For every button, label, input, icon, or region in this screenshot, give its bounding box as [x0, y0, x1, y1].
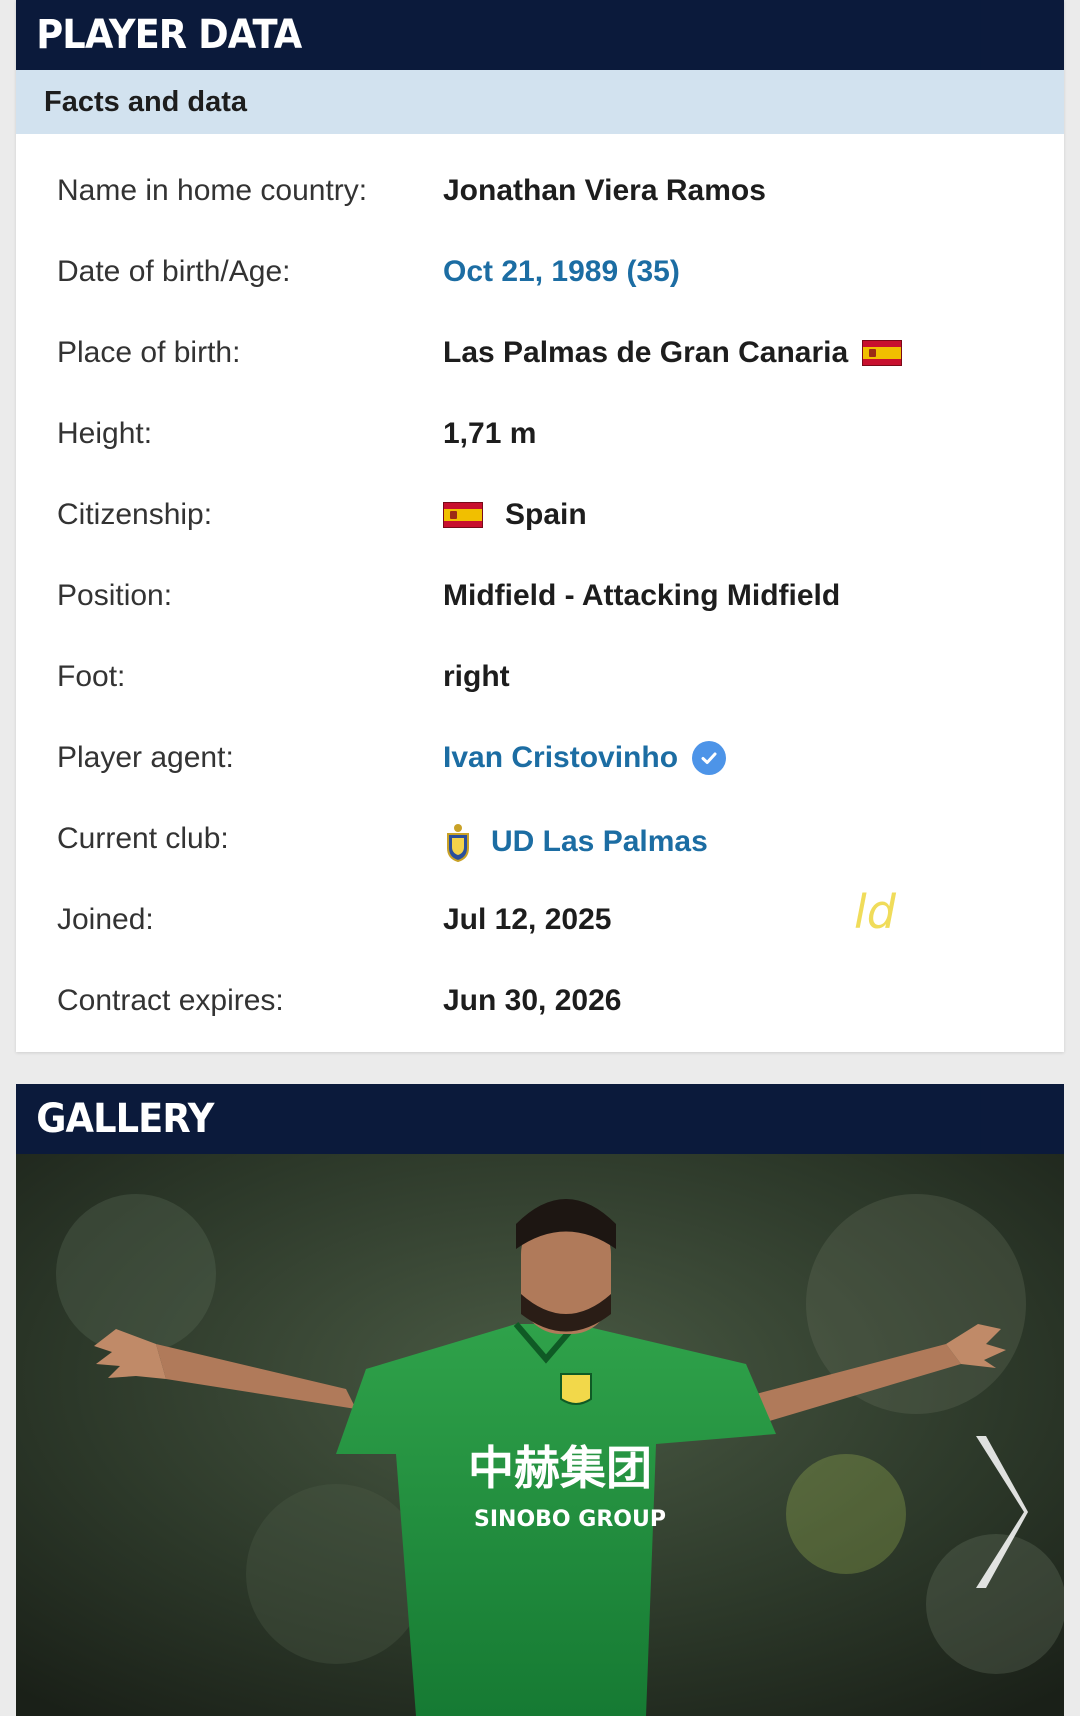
- row-current-club: Current club: UD Las Palmas: [16, 808, 1064, 889]
- gallery-header-bar: GALLERY: [16, 1084, 1064, 1154]
- row-position: Position: Midfield - Attacking Midfield: [16, 565, 1064, 646]
- row-value: right: [443, 660, 510, 694]
- row-name-home-country: Name in home country: Jonathan Viera Ram…: [16, 160, 1064, 241]
- gallery-photo[interactable]: 中赫集团 SINOBO GROUP: [16, 1154, 1064, 1716]
- player-data-card: PLAYER DATA Facts and data Name in home …: [16, 0, 1064, 1052]
- verified-badge-icon: [692, 741, 727, 775]
- row-label: Player agent:: [57, 741, 234, 774]
- foot-value: right: [443, 660, 510, 693]
- full-name-value: Jonathan Viera Ramos: [443, 174, 766, 207]
- contract-expires-value: Jun 30, 2026: [443, 984, 622, 1017]
- facts-subheader: Facts and data: [16, 70, 1064, 134]
- citizenship-value: Spain: [505, 498, 587, 531]
- row-contract-expires: Contract expires: Jun 30, 2026: [16, 970, 1064, 1051]
- facts-list: Name in home country: Jonathan Viera Ram…: [16, 134, 1064, 1051]
- player-agent-value[interactable]: Ivan Cristovinho: [443, 741, 678, 775]
- spain-flag-icon: [443, 502, 483, 528]
- height-value: 1,71 m: [443, 417, 537, 450]
- row-height: Height: 1,71 m: [16, 403, 1064, 484]
- place-of-birth-value: Las Palmas de Gran Canaria: [443, 336, 849, 369]
- row-value: 1,71 m: [443, 417, 536, 451]
- row-value: Las Palmas de Gran Canaria: [443, 336, 903, 370]
- jersey-sponsor-cn: 中赫集团: [468, 1441, 652, 1495]
- gallery-header: GALLERY: [16, 1084, 981, 1154]
- player-data-header-bar: PLAYER DATA: [16, 0, 1064, 70]
- row-foot: Foot: right: [16, 646, 1064, 727]
- row-joined: Joined: Jul 12, 2025: [16, 889, 1064, 970]
- row-player-agent: Player agent: Ivan Cristovinho: [16, 727, 1064, 808]
- chevron-right-icon[interactable]: [970, 1432, 1030, 1597]
- row-value: Jonathan Viera Ramos: [443, 174, 766, 208]
- row-label: Current club:: [57, 822, 229, 855]
- watermark-mark: ld: [854, 885, 896, 939]
- row-citizenship: Citizenship: Spain: [16, 484, 1064, 565]
- current-club-value[interactable]: UD Las Palmas: [491, 825, 708, 859]
- player-celebration-image: 中赫集团 SINOBO GROUP: [16, 1154, 1064, 1716]
- row-date-of-birth: Date of birth/Age: Oct 21, 1989 (35): [16, 241, 1064, 322]
- row-label: Foot:: [57, 660, 126, 693]
- date-of-birth-link[interactable]: Oct 21, 1989 (35): [443, 255, 680, 289]
- row-label: Position:: [57, 579, 173, 612]
- row-value: Midfield - Attacking Midfield: [443, 579, 840, 613]
- player-data-header: PLAYER DATA: [16, 0, 981, 70]
- date-of-birth-value[interactable]: Oct 21, 1989 (35): [443, 255, 680, 289]
- row-value: Jun 30, 2026: [443, 984, 621, 1018]
- row-label: Citizenship:: [57, 498, 213, 531]
- row-place-of-birth: Place of birth: Las Palmas de Gran Canar…: [16, 322, 1064, 403]
- spain-flag-icon: [862, 340, 903, 366]
- player-agent-link[interactable]: Ivan Cristovinho: [443, 741, 727, 775]
- row-label: Height:: [57, 417, 153, 450]
- jersey-sponsor-en: SINOBO GROUP: [474, 1507, 666, 1532]
- row-value: Spain: [443, 498, 587, 532]
- row-label: Date of birth/Age:: [57, 255, 291, 288]
- joined-value: Jul 12, 2025: [443, 903, 612, 936]
- row-label: Place of birth:: [57, 336, 241, 369]
- gallery-card: GALLERY 中赫集团 SINOBO GROUP: [16, 1084, 1064, 1716]
- ud-las-palmas-crest-icon[interactable]: [443, 822, 473, 863]
- position-value: Midfield - Attacking Midfield: [443, 579, 841, 612]
- row-label: Name in home country:: [57, 174, 368, 207]
- row-value: Jul 12, 2025: [443, 903, 611, 937]
- row-label: Joined:: [57, 903, 154, 936]
- row-label: Contract expires:: [57, 984, 284, 1017]
- current-club-link[interactable]: UD Las Palmas: [443, 822, 708, 863]
